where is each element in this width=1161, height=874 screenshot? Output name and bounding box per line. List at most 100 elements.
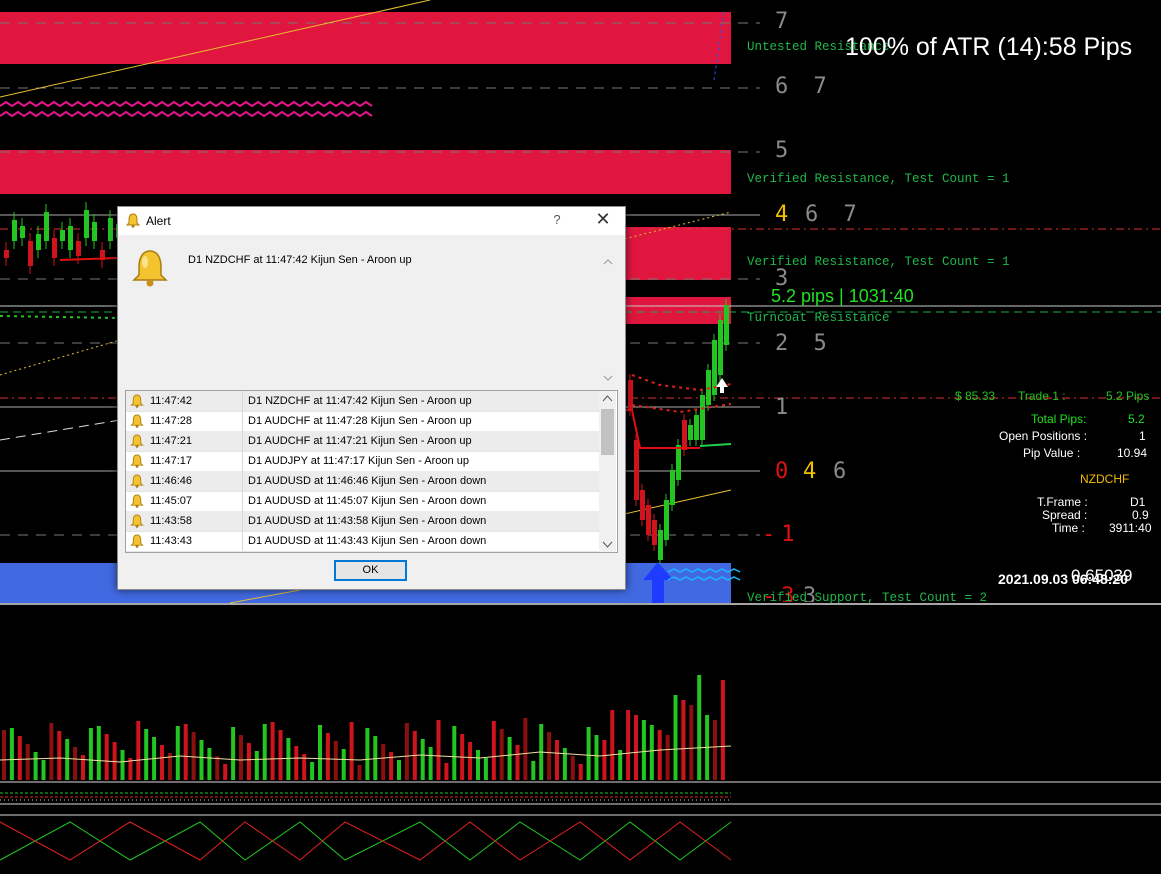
- zone-label-verified: Verified Resistance, Test Count = 1: [747, 255, 1010, 269]
- volume-bar: [570, 756, 575, 780]
- volume-bar: [9, 728, 14, 780]
- alert-dialog[interactable]: Alert ? ✕ D1 NZDCHF at 11:47:42 Kijun Se…: [117, 206, 626, 590]
- list-item[interactable]: 11:47:21 D1 AUDCHF at 11:47:21 Kijun Sen …: [126, 431, 599, 452]
- zone-label-support: Verified Support, Test Count = 2: [747, 591, 988, 605]
- volume-bar: [665, 735, 670, 780]
- symbol-label: NZDCHF: [1080, 472, 1130, 486]
- candle: [640, 490, 645, 520]
- volume-bar: [373, 736, 378, 780]
- time-value: 3911:40: [1109, 521, 1152, 535]
- column-divider: [242, 471, 243, 491]
- list-item[interactable]: 11:43:58 D1 AUDUSD at 11:43:58 Kijun Sen …: [126, 511, 599, 532]
- alert-text: D1 AUDJPY at 11:47:17 Kijun Sen - Aroon …: [248, 455, 469, 467]
- trade-label: Trade 1 :: [1018, 389, 1066, 403]
- bell-icon: [130, 494, 144, 508]
- zigzag-line: [0, 110, 373, 118]
- level-label: 6 7: [805, 202, 863, 227]
- bell-icon: [130, 394, 144, 408]
- bell-icon: [130, 454, 144, 468]
- candle: [724, 305, 729, 345]
- volume-bar: [349, 722, 354, 780]
- volume-bar: [239, 735, 243, 780]
- volume-bar: [444, 763, 449, 780]
- candle: [108, 218, 113, 241]
- open-positions-label: Open Positions :: [999, 429, 1088, 443]
- verified-resistance-zone-1: [0, 150, 731, 194]
- pip-value-value: 10.94: [1117, 446, 1148, 460]
- close-button[interactable]: ✕: [592, 209, 614, 230]
- level-label: -1: [762, 522, 801, 547]
- candle: [12, 220, 17, 241]
- volume-bar: [262, 724, 267, 780]
- list-item[interactable]: 11:47:28 D1 AUDCHF at 11:47:28 Kijun Sen …: [126, 411, 599, 432]
- volume-bar: [254, 751, 259, 780]
- volume-bar: [231, 727, 236, 780]
- volume-bar: [333, 741, 338, 780]
- volume-bar: [49, 723, 54, 780]
- list-item[interactable]: 11:45:07 D1 AUDUSD at 11:45:07 Kijun Sen …: [126, 491, 599, 512]
- candle: [682, 420, 687, 450]
- volume-bar: [81, 755, 85, 780]
- spread-value: 0.9: [1132, 508, 1149, 522]
- dotted-green: [0, 315, 119, 319]
- volume-bar: [160, 745, 164, 780]
- volume-bar: [657, 730, 662, 780]
- volume-bar: [183, 724, 188, 780]
- volume-bar: [697, 675, 702, 780]
- tframe-label: T.Frame :: [1037, 495, 1088, 509]
- alert-list[interactable]: 11:47:42 D1 NZDCHF at 11:47:42 Kijun Sen …: [125, 390, 618, 553]
- volume-bar: [634, 715, 638, 780]
- trade-pnl: $ 85.33: [955, 389, 996, 403]
- dotted-red-2: [631, 403, 732, 414]
- volume-bar: [689, 705, 694, 780]
- volume-bar: [610, 710, 615, 780]
- alert-message: D1 NZDCHF at 11:47:42 Kijun Sen - Aroon …: [188, 254, 412, 266]
- level-label: 6 7: [775, 74, 833, 99]
- bell-icon: [130, 514, 144, 528]
- list-item[interactable]: 11:43:43 D1 AUDUSD at 11:43:43 Kijun Sen …: [126, 531, 599, 552]
- volume-bar: [404, 723, 409, 780]
- level-label: 0: [775, 459, 795, 484]
- volume-bar: [57, 731, 62, 780]
- candle: [44, 212, 49, 241]
- zone-label-turncoat: Turncoat Resistance: [747, 311, 890, 325]
- list-item[interactable]: 11:46:46 D1 AUDUSD at 11:46:46 Kijun Sen …: [126, 471, 599, 492]
- level-label: 6: [833, 459, 853, 484]
- list-item[interactable]: 11:47:17 D1 AUDJPY at 11:47:17 Kijun Sen …: [126, 451, 599, 472]
- help-button[interactable]: ?: [548, 212, 566, 227]
- volume-bar: [144, 729, 149, 780]
- volume-bar: [499, 729, 504, 780]
- volume-bar: [476, 750, 480, 780]
- pips-timer: 5.2 pips | 1031:40: [771, 286, 914, 306]
- candle: [92, 222, 97, 241]
- volume-bar: [436, 720, 441, 780]
- spread-label: Spread :: [1042, 508, 1088, 522]
- aroon-up-line: [0, 821, 732, 861]
- alert-time: 11:43:43: [150, 535, 193, 547]
- volume-bar: [73, 747, 78, 780]
- atr-text: 100% of ATR (14):58 Pips: [845, 33, 1133, 61]
- list-scrollbar[interactable]: [599, 391, 616, 552]
- column-divider: [242, 451, 243, 471]
- list-item[interactable]: 11:47:42 D1 NZDCHF at 11:47:42 Kijun Sen …: [126, 391, 599, 412]
- level-label: 2 5: [775, 331, 833, 356]
- trend-line: [0, 339, 121, 376]
- bell-icon: [130, 474, 144, 488]
- volume-bar: [318, 725, 322, 780]
- alert-text: D1 AUDCHF at 11:47:28 Kijun Sen - Aroon …: [248, 415, 472, 427]
- volume-bar: [136, 721, 141, 780]
- red-line-left: [59, 257, 119, 261]
- volume-bar: [215, 756, 220, 780]
- ok-button[interactable]: OK: [334, 560, 407, 581]
- message-scrollbar[interactable]: [601, 255, 615, 385]
- title-bar[interactable]: Alert ? ✕: [118, 207, 625, 235]
- bell-icon: [130, 414, 144, 428]
- candle: [76, 241, 81, 256]
- volume-bar: [555, 740, 559, 780]
- candle: [664, 500, 669, 540]
- volume-bar: [88, 728, 93, 780]
- candle: [718, 320, 723, 375]
- volume-bar: [41, 760, 46, 780]
- alert-time: 11:47:21: [150, 435, 193, 447]
- bell-icon: [130, 248, 170, 291]
